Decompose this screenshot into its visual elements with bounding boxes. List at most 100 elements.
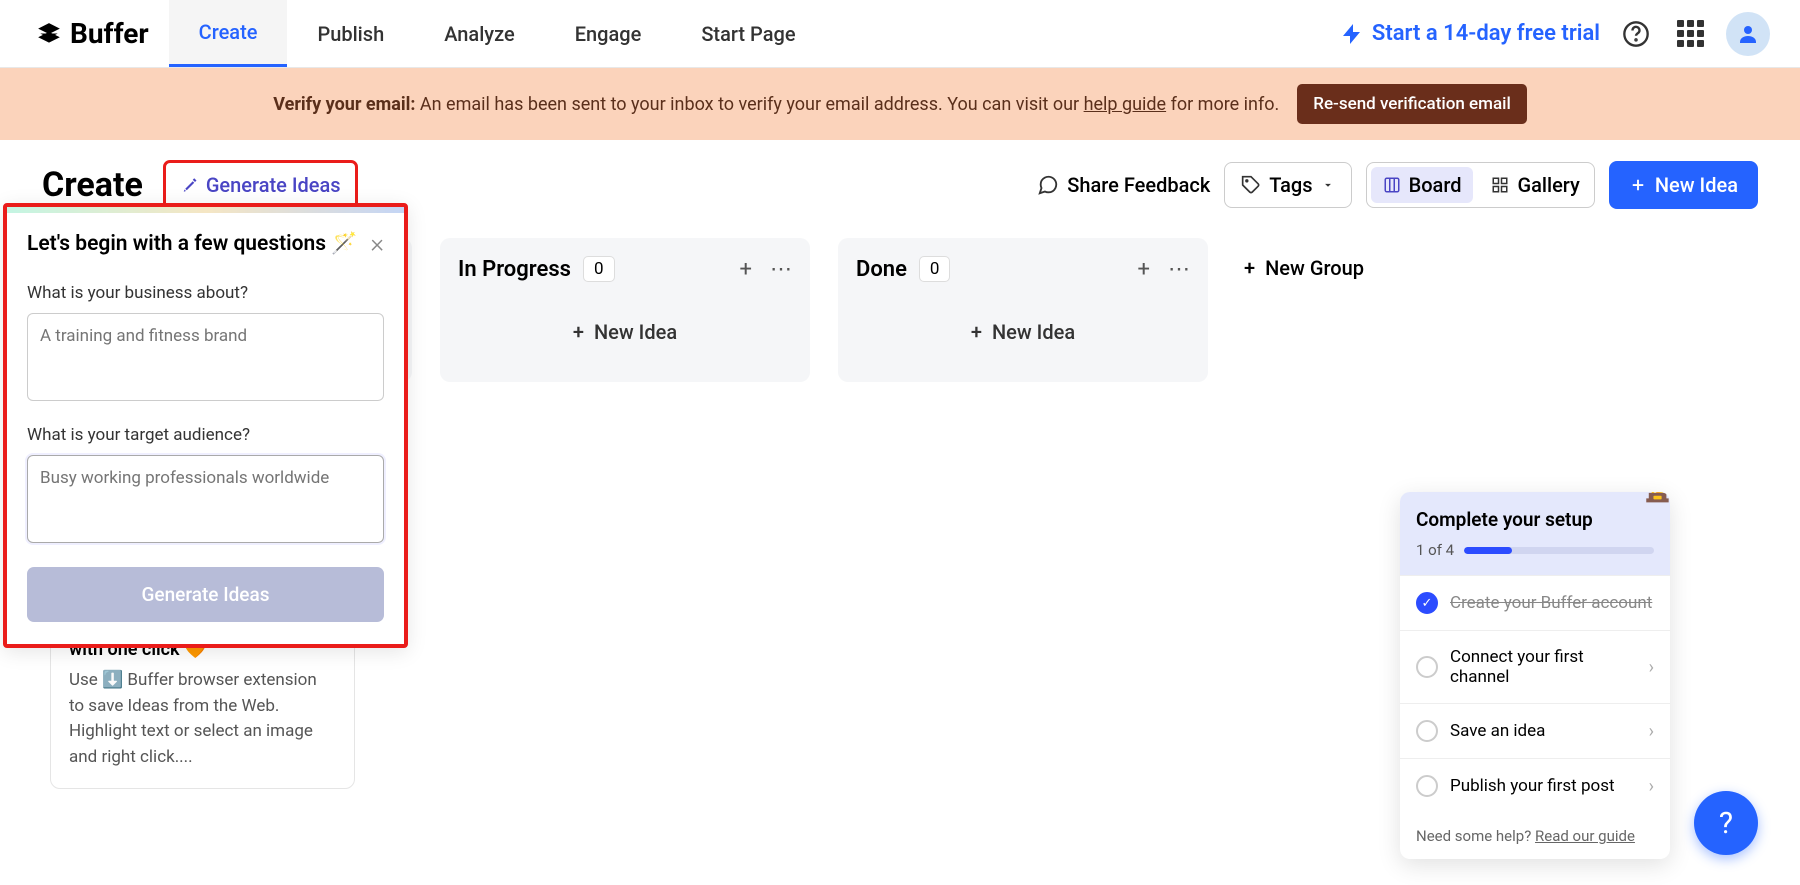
gallery-label: Gallery bbox=[1517, 173, 1579, 197]
new-group-button[interactable]: + New Group bbox=[1236, 238, 1372, 298]
modal-title: Let's begin with a few questions 🪄 bbox=[27, 232, 357, 256]
new-idea-text: New Idea bbox=[594, 320, 677, 344]
generate-ideas-submit[interactable]: Generate Ideas bbox=[27, 567, 384, 622]
check-icon bbox=[1416, 775, 1438, 797]
header-right: Start a 14-day free trial bbox=[1340, 12, 1770, 56]
gallery-icon bbox=[1491, 176, 1509, 194]
audience-input[interactable] bbox=[27, 455, 384, 543]
nav-analyze[interactable]: Analyze bbox=[414, 0, 545, 67]
check-icon bbox=[1416, 720, 1438, 742]
audience-question-label: What is your target audience? bbox=[27, 425, 384, 445]
modal-body: What is your business about? What is you… bbox=[27, 283, 384, 622]
column-more-button[interactable]: ⋯ bbox=[1168, 257, 1190, 282]
logo[interactable]: Buffer bbox=[36, 17, 149, 50]
setup-item-idea[interactable]: Save an idea › bbox=[1400, 703, 1670, 758]
setup-item-post[interactable]: Publish your first post › bbox=[1400, 758, 1670, 813]
new-idea-link[interactable]: + New Idea bbox=[856, 300, 1190, 364]
banner-help-link[interactable]: help guide bbox=[1084, 94, 1167, 115]
chevron-right-icon: › bbox=[1649, 776, 1654, 797]
view-toggle: Board Gallery bbox=[1366, 162, 1595, 208]
column-add-button[interactable]: + bbox=[1138, 257, 1150, 282]
board-view-button[interactable]: Board bbox=[1371, 167, 1474, 203]
chat-icon bbox=[1037, 174, 1059, 196]
column-actions: + ⋯ bbox=[1138, 257, 1190, 282]
chevron-right-icon: › bbox=[1649, 657, 1654, 678]
setup-title: Complete your setup bbox=[1416, 508, 1654, 531]
nav-publish[interactable]: Publish bbox=[287, 0, 414, 67]
buffer-logo-icon bbox=[36, 21, 62, 47]
setup-footer: Need some help? Read our guide bbox=[1400, 813, 1670, 859]
board-label: Board bbox=[1409, 173, 1462, 197]
generate-ideas-modal: Let's begin with a few questions 🪄 × Wha… bbox=[3, 203, 408, 648]
setup-item-channel[interactable]: Connect your first channel › bbox=[1400, 630, 1670, 703]
setup-item-label: Connect your first channel bbox=[1450, 647, 1637, 687]
business-input[interactable] bbox=[27, 313, 384, 401]
column-inprogress: In Progress 0 + ⋯ + New Idea bbox=[440, 238, 810, 382]
column-actions: + ⋯ bbox=[740, 257, 792, 282]
check-icon bbox=[1416, 656, 1438, 678]
column-count: 0 bbox=[919, 256, 951, 282]
app-header: Buffer Create Publish Analyze Engage Sta… bbox=[0, 0, 1800, 68]
modal-header: Let's begin with a few questions 🪄 × bbox=[27, 229, 384, 259]
card-body: Use ⬇️ Buffer browser extension to save … bbox=[69, 668, 336, 770]
page-title: Create bbox=[42, 165, 143, 205]
help-prefix: Need some help? bbox=[1416, 827, 1535, 845]
toolbar-right: Share Feedback Tags Board Gallery New Id… bbox=[1037, 161, 1758, 209]
plus-icon: + bbox=[1244, 256, 1255, 280]
user-icon bbox=[1736, 22, 1760, 46]
apps-icon bbox=[1677, 20, 1704, 47]
lightning-icon bbox=[1340, 22, 1364, 46]
trophy-icon: 🏆 bbox=[1632, 492, 1670, 505]
tags-button[interactable]: Tags bbox=[1224, 162, 1351, 208]
banner-suffix: for more info. bbox=[1166, 94, 1279, 115]
banner-text: Verify your email: An email has been sen… bbox=[273, 94, 1279, 115]
board-icon bbox=[1383, 176, 1401, 194]
column-done: Done 0 + ⋯ + New Idea bbox=[838, 238, 1208, 382]
column-title: Done bbox=[856, 257, 907, 282]
nav-create[interactable]: Create bbox=[169, 0, 288, 67]
column-header: In Progress 0 + ⋯ bbox=[458, 256, 792, 282]
help-icon[interactable] bbox=[1618, 16, 1654, 52]
setup-item-label: Save an idea bbox=[1450, 721, 1545, 741]
setup-count: 1 of 4 bbox=[1416, 541, 1454, 559]
new-idea-link[interactable]: + New Idea bbox=[458, 300, 792, 364]
plus-icon: + bbox=[971, 320, 982, 344]
column-header: Done 0 + ⋯ bbox=[856, 256, 1190, 282]
chevron-right-icon: › bbox=[1649, 721, 1654, 742]
setup-item-account[interactable]: ✓ Create your Buffer account bbox=[1400, 575, 1670, 630]
setup-item-label: Create your Buffer account bbox=[1450, 593, 1652, 613]
share-feedback-button[interactable]: Share Feedback bbox=[1037, 173, 1210, 197]
user-avatar[interactable] bbox=[1726, 12, 1770, 56]
help-link[interactable]: Read our guide bbox=[1535, 827, 1635, 845]
business-question-label: What is your business about? bbox=[27, 283, 384, 303]
banner-body: An email has been sent to your inbox to … bbox=[415, 94, 1083, 115]
modal-close-button[interactable]: × bbox=[370, 229, 384, 259]
column-add-button[interactable]: + bbox=[740, 257, 752, 282]
gallery-view-button[interactable]: Gallery bbox=[1477, 163, 1593, 207]
column-more-button[interactable]: ⋯ bbox=[770, 257, 792, 282]
column-count: 0 bbox=[583, 256, 615, 282]
new-idea-text: New Idea bbox=[992, 320, 1075, 344]
progress-bar bbox=[1464, 547, 1654, 554]
help-fab[interactable]: ? bbox=[1694, 791, 1758, 855]
plus-icon: + bbox=[573, 320, 584, 344]
trial-text: Start a 14-day free trial bbox=[1372, 21, 1600, 46]
trial-link[interactable]: Start a 14-day free trial bbox=[1340, 21, 1600, 46]
wand-icon bbox=[180, 176, 198, 194]
resend-email-button[interactable]: Re-send verification email bbox=[1297, 84, 1527, 124]
nav-engage[interactable]: Engage bbox=[545, 0, 672, 67]
main-nav: Create Publish Analyze Engage Start Page bbox=[169, 0, 826, 67]
progress-fill bbox=[1464, 547, 1511, 554]
apps-menu[interactable] bbox=[1672, 16, 1708, 52]
new-idea-label: New Idea bbox=[1655, 173, 1738, 197]
logo-text: Buffer bbox=[70, 17, 149, 50]
setup-progress: 1 of 4 bbox=[1416, 541, 1654, 559]
new-group-label: New Group bbox=[1265, 256, 1364, 280]
setup-header: Complete your setup 1 of 4 bbox=[1400, 492, 1670, 575]
nav-start-page[interactable]: Start Page bbox=[671, 0, 825, 67]
tags-label: Tags bbox=[1269, 173, 1312, 197]
generate-ideas-label: Generate Ideas bbox=[206, 173, 341, 197]
plus-icon bbox=[1629, 176, 1647, 194]
verify-email-banner: Verify your email: An email has been sen… bbox=[0, 68, 1800, 140]
new-idea-button[interactable]: New Idea bbox=[1609, 161, 1758, 209]
